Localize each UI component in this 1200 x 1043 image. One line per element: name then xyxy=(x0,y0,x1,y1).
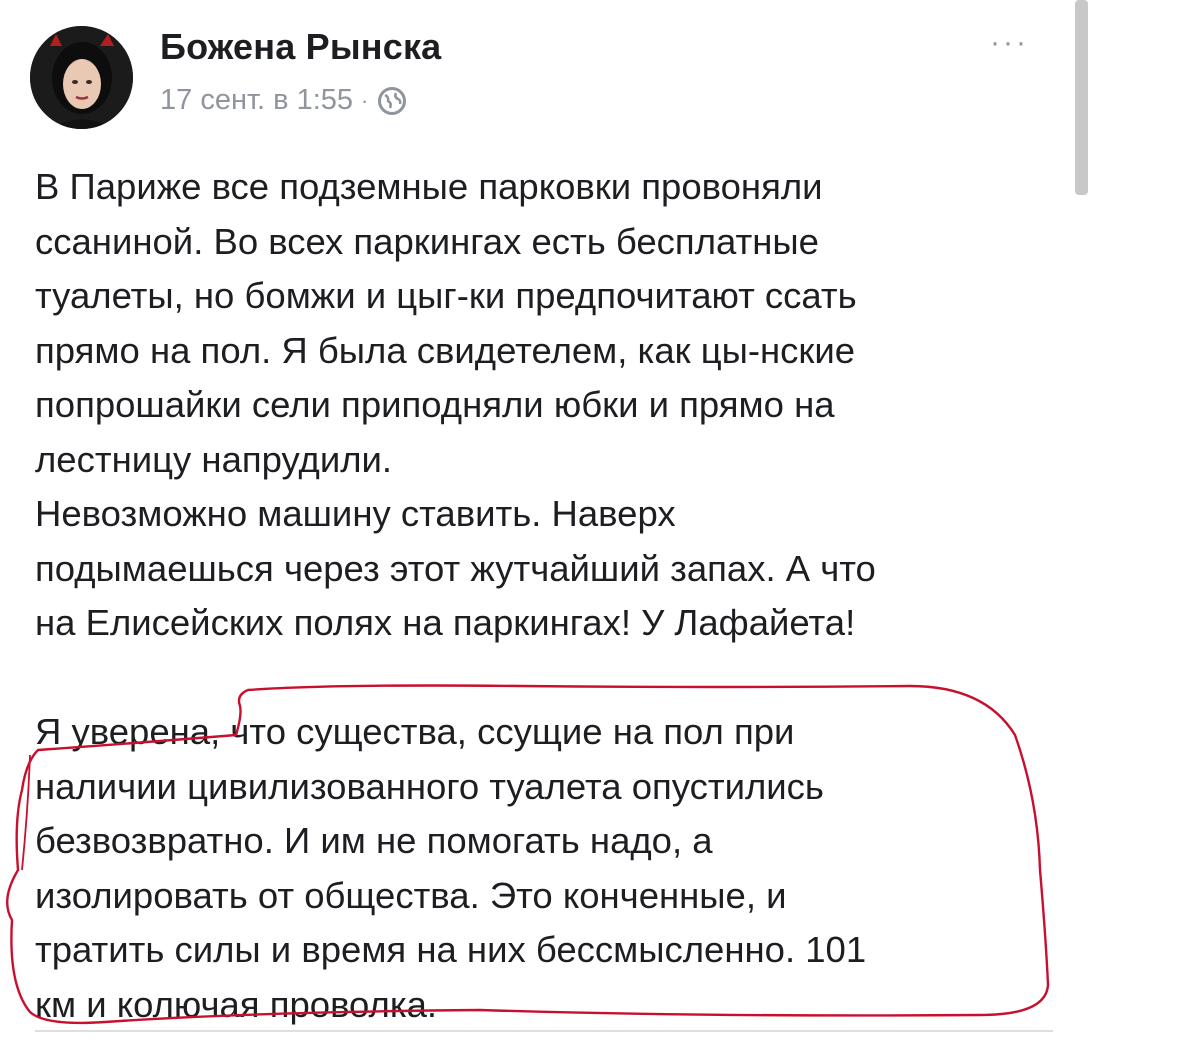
more-dots-icon[interactable]: ··· xyxy=(990,26,1029,60)
post-text: В Париже все подземные парковки провонял… xyxy=(35,160,1045,1032)
globe-icon xyxy=(376,85,408,117)
post-timestamp[interactable]: 17 сент. в 1:55 xyxy=(160,84,353,117)
scrollbar[interactable] xyxy=(1075,0,1088,195)
avatar[interactable] xyxy=(30,26,133,129)
post-divider xyxy=(35,1030,1053,1032)
post-meta: 17 сент. в 1:55 · xyxy=(160,84,408,117)
post-paragraph-1: В Париже все подземные парковки провонял… xyxy=(35,166,876,643)
author-name[interactable]: Божена Рынска xyxy=(160,26,441,68)
avatar-photo xyxy=(30,26,133,129)
meta-separator: · xyxy=(361,87,369,113)
post-paragraph-2: Я уверена, что существа, ссущие на пол п… xyxy=(35,711,867,1025)
